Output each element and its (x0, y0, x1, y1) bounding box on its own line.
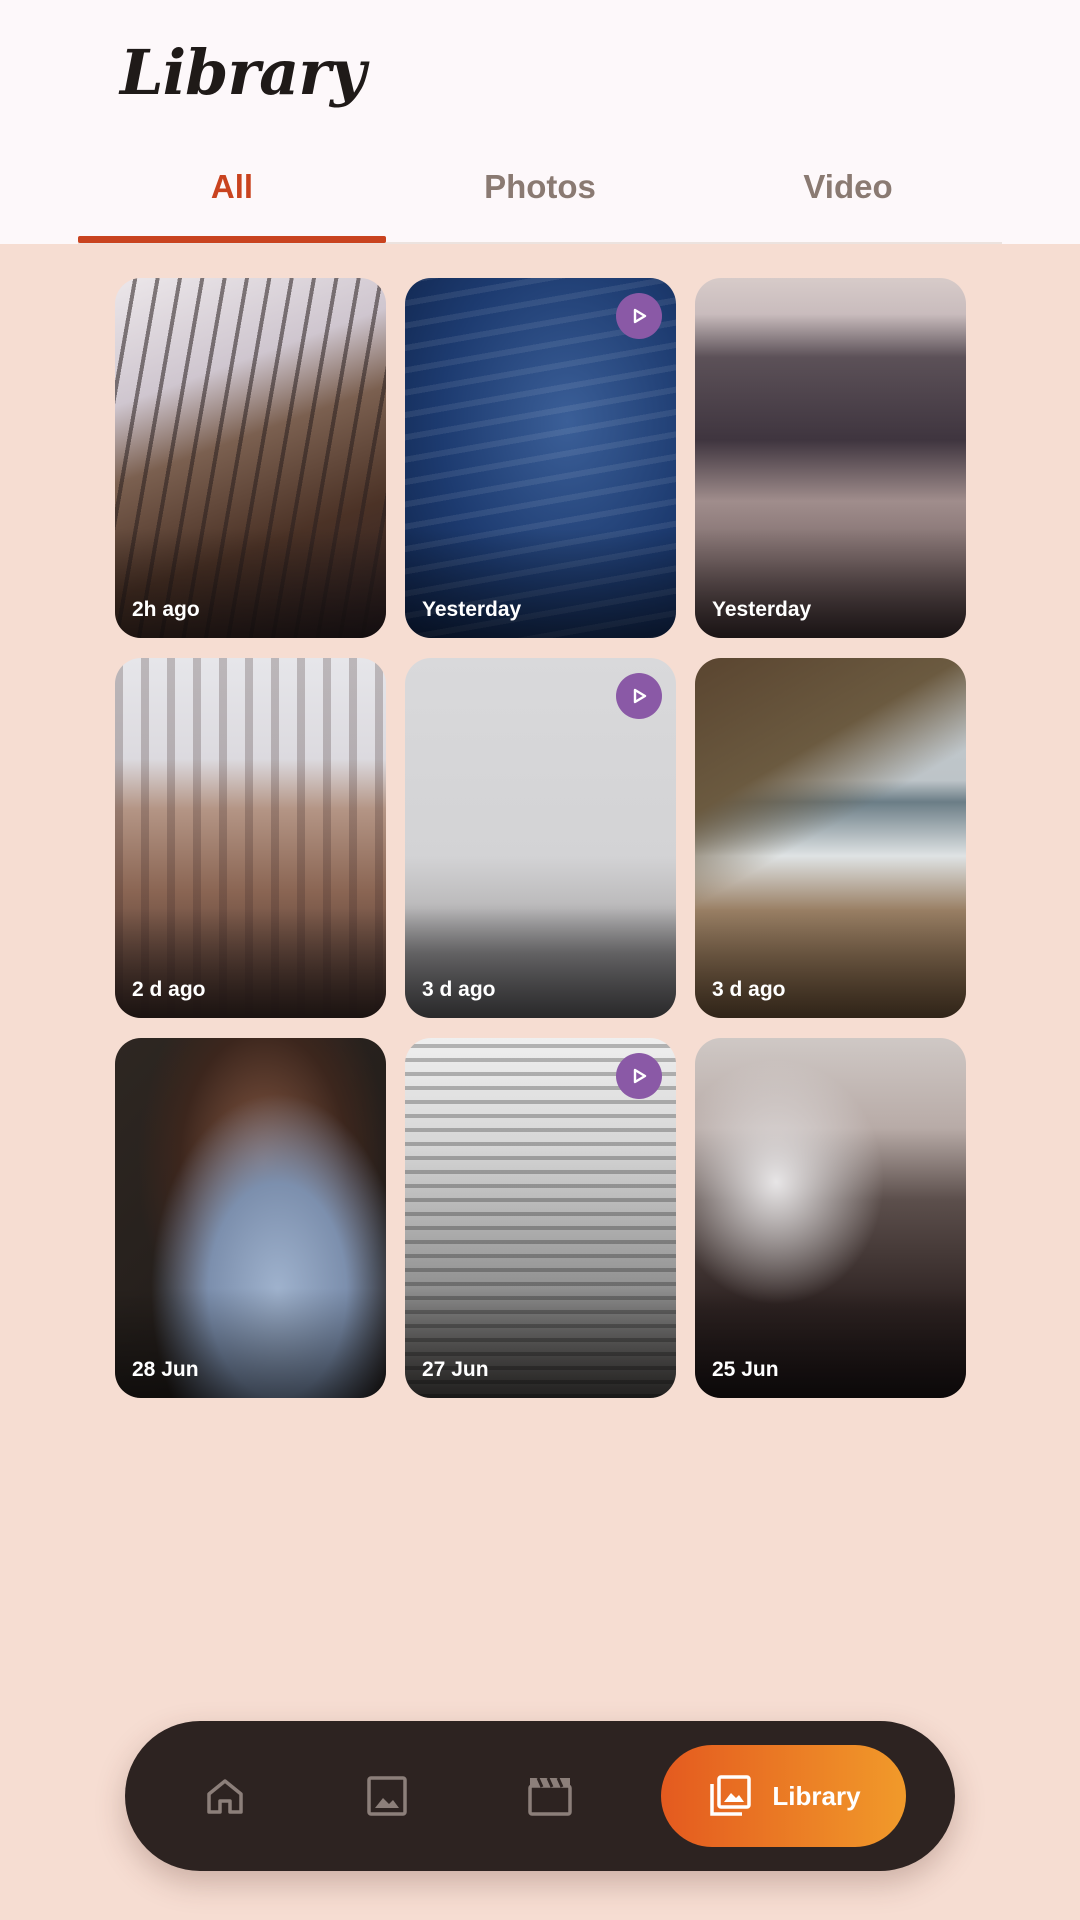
media-tile[interactable]: Yesterday (405, 278, 676, 638)
media-date: 3 d ago (712, 978, 786, 1001)
media-date: Yesterday (422, 598, 522, 621)
play-icon[interactable] (616, 673, 662, 719)
play-icon[interactable] (616, 293, 662, 339)
bottom-navigation: Library (125, 1721, 955, 1871)
media-tile[interactable]: 28 Jun (115, 1038, 386, 1398)
media-date: 2 d ago (132, 978, 206, 1001)
header: Library All Photos Video (0, 0, 1080, 244)
clapperboard-icon[interactable] (520, 1766, 580, 1826)
page-title: Library (120, 36, 366, 109)
tab-bar: All Photos Video (78, 150, 1002, 244)
media-tile[interactable]: 2 d ago (115, 658, 386, 1018)
media-tile[interactable]: 3 d ago (405, 658, 676, 1018)
library-icon (710, 1775, 752, 1816)
media-tile[interactable]: 3 d ago (695, 658, 966, 1018)
media-date: 25 Jun (712, 1358, 779, 1381)
media-tile[interactable]: 27 Jun (405, 1038, 676, 1398)
media-date: 2h ago (132, 598, 200, 621)
nav-library-button[interactable]: Library (661, 1745, 906, 1847)
nav-library-label: Library (772, 1780, 861, 1811)
media-grid: 2h ago Yesterday Yesterday 2 d ago 3 d a… (115, 278, 966, 1398)
media-date: 27 Jun (422, 1358, 489, 1381)
media-date: Yesterday (712, 598, 812, 621)
tab-photos[interactable]: Photos (386, 150, 694, 244)
image-icon[interactable] (357, 1766, 417, 1826)
tab-video[interactable]: Video (694, 150, 1002, 244)
media-tile[interactable]: 25 Jun (695, 1038, 966, 1398)
home-icon[interactable] (195, 1766, 255, 1826)
tab-all[interactable]: All (78, 150, 386, 244)
media-date: 28 Jun (132, 1358, 199, 1381)
media-tile[interactable]: Yesterday (695, 278, 966, 638)
media-date: 3 d ago (422, 978, 496, 1001)
play-icon[interactable] (616, 1053, 662, 1099)
active-tab-indicator (78, 236, 386, 243)
media-tile[interactable]: 2h ago (115, 278, 386, 638)
